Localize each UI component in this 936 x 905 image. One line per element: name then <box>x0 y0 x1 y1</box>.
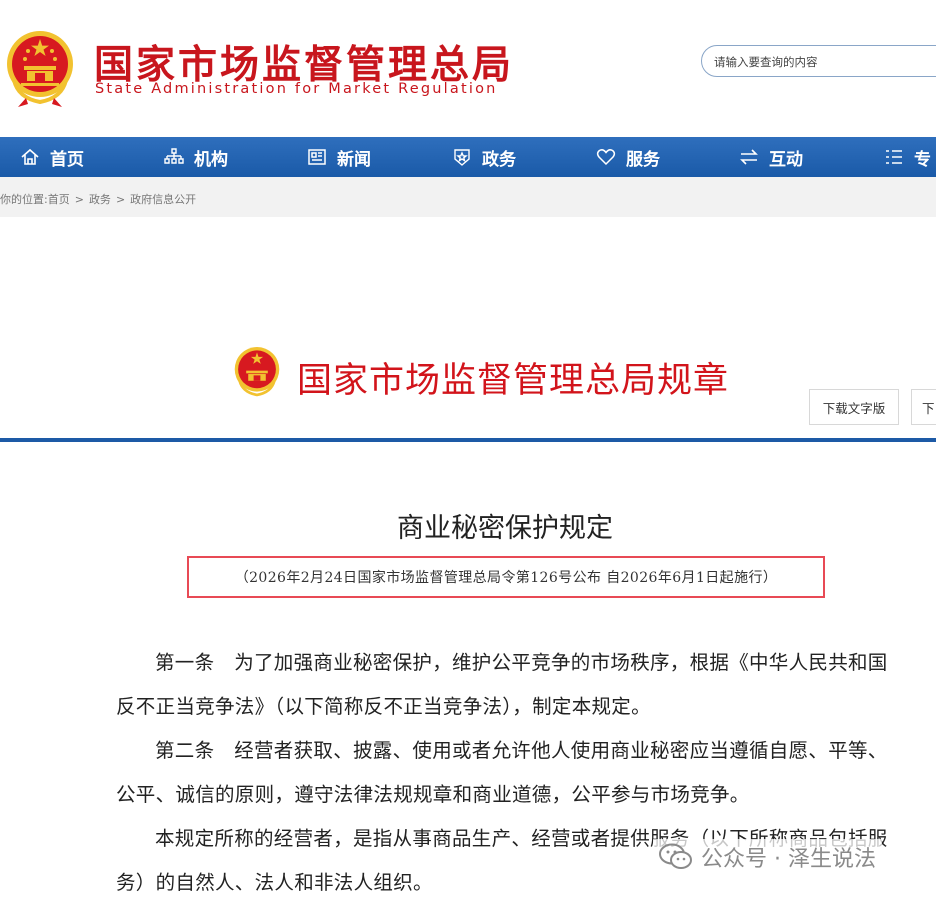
breadcrumb-separator: > <box>115 193 126 206</box>
nav-item-label: 首页 <box>50 149 84 170</box>
newspaper-icon <box>308 149 326 165</box>
divider <box>0 438 936 442</box>
nav-item-home[interactable]: 首页 <box>20 137 84 177</box>
nav-item-label: 机构 <box>194 149 228 170</box>
nav-item-organization[interactable]: 机构 <box>164 137 228 177</box>
national-emblem-small-logo <box>232 345 282 399</box>
nav-item-label: 新闻 <box>337 149 371 170</box>
nav-item-news[interactable]: 新闻 <box>307 137 371 177</box>
search-input[interactable] <box>712 46 936 78</box>
watermark-text: 公众号 · 泽生说法 <box>701 847 876 872</box>
breadcrumb-bar: 你的位置:首页 > 政务 > 政府信息公开 <box>0 177 936 217</box>
download-text-version-button[interactable]: 下载文字版 <box>809 389 899 425</box>
breadcrumb-prefix: 你的位置: <box>0 193 48 206</box>
rules-banner-title: 国家市场监督管理总局规章 <box>297 361 730 401</box>
nav-item-government-affairs[interactable]: 政务 <box>452 137 516 177</box>
wechat-icon <box>659 843 692 869</box>
breadcrumb-link-info-disclosure[interactable]: 政府信息公开 <box>130 193 196 206</box>
breadcrumb-link-home[interactable]: 首页 <box>48 193 70 206</box>
heart-icon <box>596 149 616 166</box>
article-paragraph: 第一条 为了加强商业秘密保护，维护公平竞争的市场秩序，根据《中华人民共和国反不正… <box>116 651 888 718</box>
document-title: 商业秘密保护规定 <box>397 513 613 544</box>
home-icon <box>21 148 39 165</box>
list-icon <box>886 150 902 164</box>
watermark: 公众号 · 泽生说法 <box>653 839 882 875</box>
breadcrumb-separator: > <box>74 193 84 206</box>
nav-item-interaction[interactable]: 互动 <box>739 137 803 177</box>
download-other-button[interactable]: 下 <box>911 389 936 425</box>
article-paragraph: 第二条 经营者获取、披露、使用或者允许他人使用商业秘密应当遵循自愿、平等、公平、… <box>116 739 888 806</box>
site-subtitle: State Administration for Market Regulati… <box>95 81 498 97</box>
national-emblem-logo <box>4 28 76 108</box>
search-box[interactable] <box>701 45 936 78</box>
breadcrumb-link-government-affairs[interactable]: 政务 <box>89 193 111 206</box>
main-nav: 首页 机构 新闻 政务 服务 互动 专 <box>0 137 936 177</box>
exchange-icon <box>740 149 758 165</box>
nav-item-services[interactable]: 服务 <box>596 137 660 177</box>
badge-icon <box>454 149 470 166</box>
nav-item-label: 专 <box>914 149 931 170</box>
nav-item-special[interactable]: 专 <box>884 137 931 177</box>
document-meta-highlight: （2026年2月24日国家市场监督管理总局令第126号公布 自2026年6月1日… <box>187 556 825 598</box>
document-meta: （2026年2月24日国家市场监督管理总局令第126号公布 自2026年6月1日… <box>234 570 778 586</box>
breadcrumb: 你的位置:首页 > 政务 > 政府信息公开 <box>0 191 196 207</box>
org-chart-icon <box>164 148 184 164</box>
nav-item-label: 服务 <box>626 149 660 170</box>
nav-item-label: 互动 <box>769 149 803 170</box>
nav-item-label: 政务 <box>482 149 516 170</box>
